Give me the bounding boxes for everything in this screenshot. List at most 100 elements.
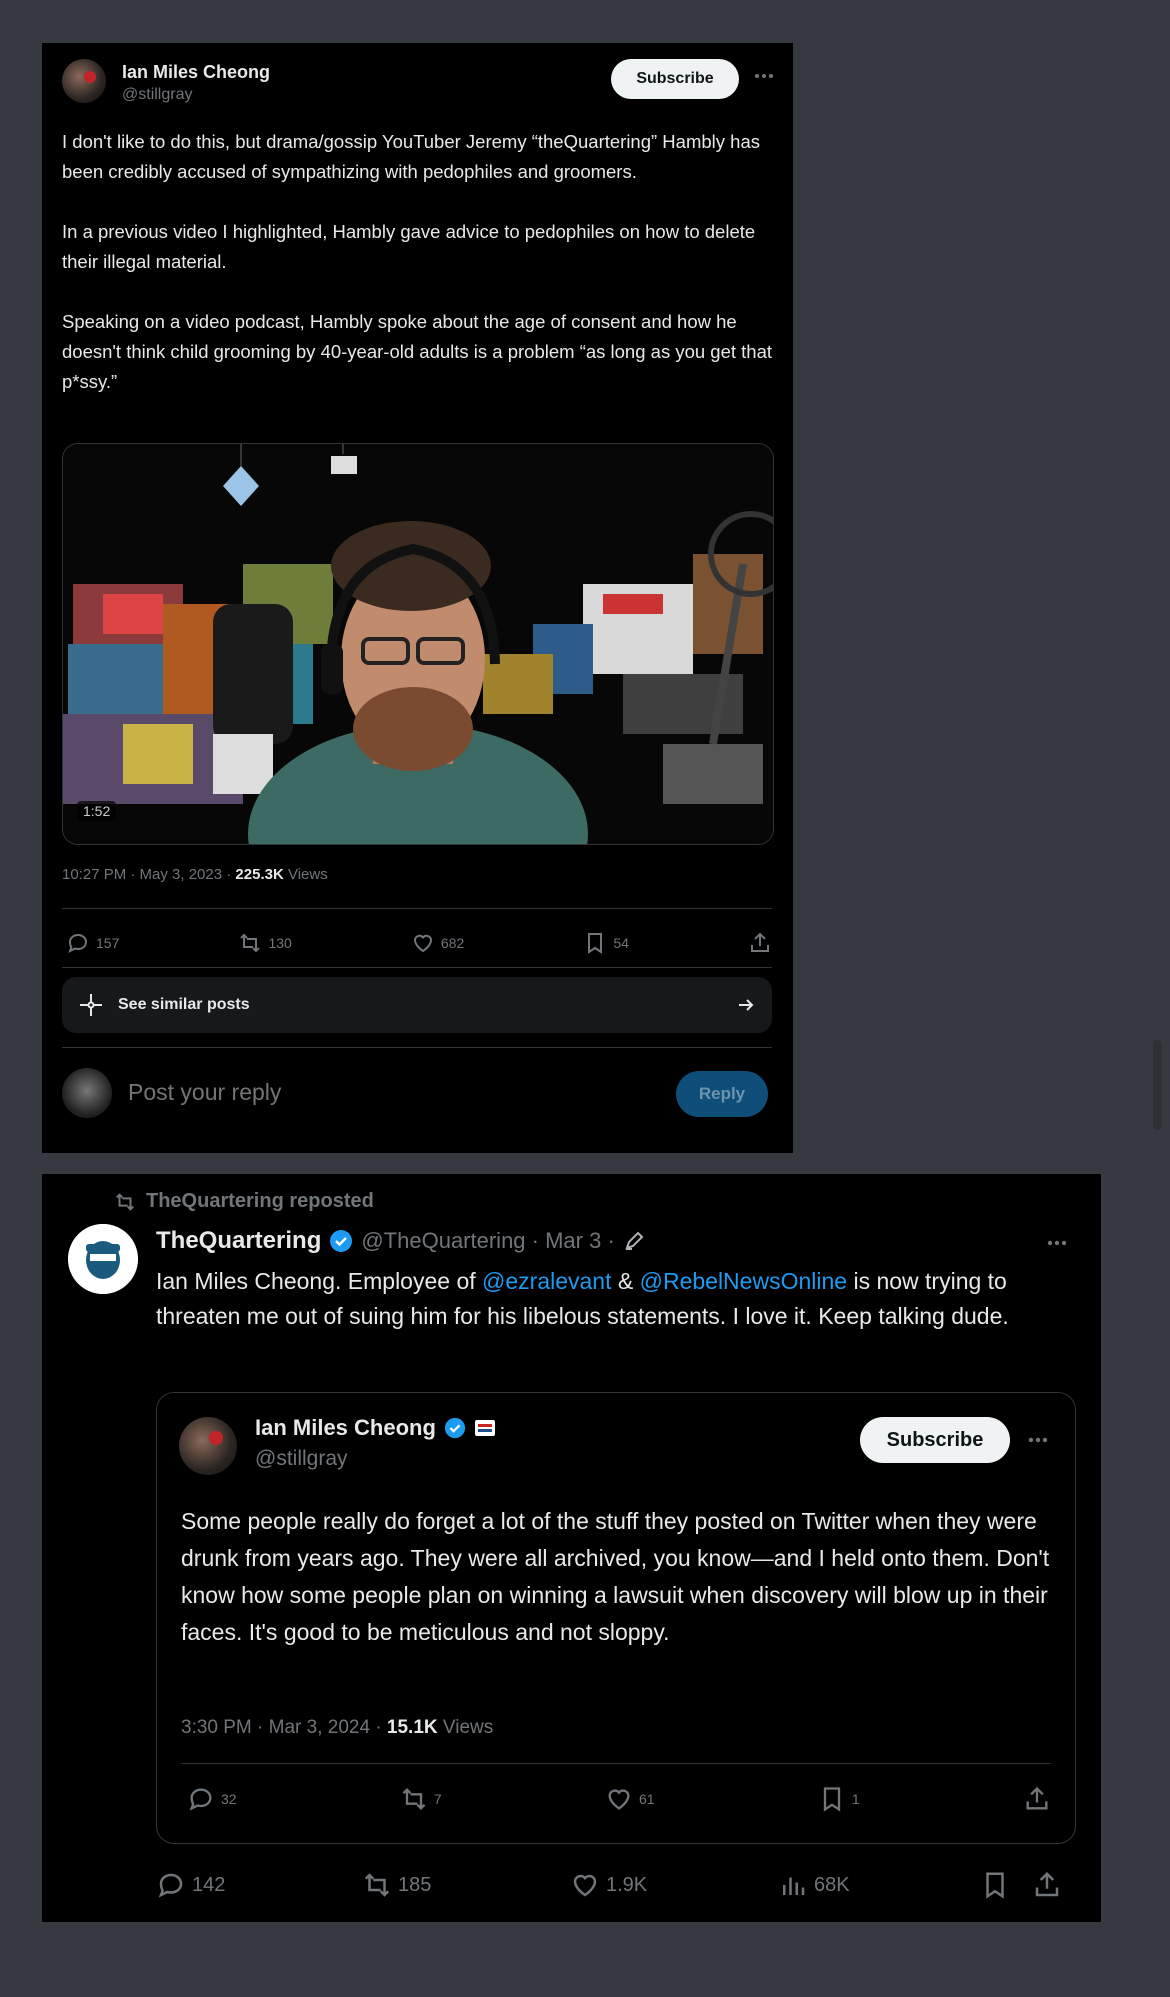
views-count: 68K (814, 1873, 850, 1896)
like-button[interactable]: 61 (605, 1785, 655, 1813)
tweet-body: Ian Miles Cheong. Employee of @ezralevan… (156, 1264, 1076, 1334)
arrow-right-icon (736, 995, 756, 1015)
repost-icon (114, 1191, 136, 1213)
divider (62, 1047, 772, 1048)
more-options-icon[interactable] (1042, 1228, 1072, 1258)
views-label: Views (283, 866, 328, 883)
tweet-card-thequartering: TheQuartering reposted TheQuartering @Th… (42, 1174, 1101, 1922)
share-button[interactable] (748, 931, 772, 955)
reply-submit-button[interactable]: Reply (676, 1071, 768, 1117)
repost-icon (400, 1785, 428, 1813)
mention-link[interactable]: @ezralevant (482, 1268, 611, 1294)
author-name[interactable]: TheQuartering (156, 1227, 321, 1255)
author-handle[interactable]: @stillgray (255, 1447, 348, 1471)
timestamp[interactable]: 3:30 PM · Mar 3, 2024 · (181, 1717, 387, 1738)
reply-button[interactable]: 32 (187, 1785, 237, 1813)
bookmark-icon (583, 931, 607, 955)
reply-button[interactable]: 142 (156, 1870, 362, 1900)
bookmark-count: 1 (851, 1791, 860, 1807)
subscribe-button[interactable]: Subscribe (860, 1417, 1010, 1463)
author-handle[interactable]: @stillgray (122, 86, 192, 104)
more-options-icon[interactable] (749, 61, 779, 91)
like-count: 1.9K (606, 1873, 648, 1896)
edit-pencil-icon[interactable] (623, 1230, 645, 1252)
quote-action-bar: 32 7 61 1 (187, 1777, 1051, 1821)
see-similar-posts-label: See similar posts (118, 996, 250, 1013)
quoted-tweet[interactable]: Ian Miles Cheong @stillgray Subscribe So… (156, 1392, 1076, 1844)
sparkle-icon (78, 992, 104, 1018)
reply-count: 142 (192, 1873, 226, 1896)
author-name[interactable]: Ian Miles Cheong (122, 62, 270, 83)
quote-meta: 3:30 PM · Mar 3, 2024 · 15.1K Views (181, 1717, 493, 1739)
views-count: 225.3K (235, 866, 284, 883)
repost-button[interactable]: 130 (238, 931, 292, 955)
verified-badge-icon (329, 1229, 353, 1253)
action-bar: 142 185 1.9K 68K (156, 1862, 1076, 1908)
avatar[interactable] (62, 59, 106, 103)
tweet-card-ian-miles-cheong: Ian Miles Cheong @stillgray Subscribe I … (42, 43, 793, 1153)
see-similar-posts-button[interactable]: See similar posts (62, 977, 772, 1033)
heart-icon (570, 1870, 600, 1900)
repost-count: 130 (268, 935, 292, 951)
like-count: 682 (440, 935, 465, 951)
timestamp[interactable]: 10:27 PM · May 3, 2023 · (62, 866, 235, 883)
bookmark-button[interactable]: 54 (583, 931, 629, 955)
reply-count: 32 (221, 1791, 237, 1807)
like-count: 61 (639, 1791, 655, 1807)
share-button[interactable] (1023, 1785, 1051, 1813)
repost-icon (238, 931, 262, 955)
repost-button[interactable]: 7 (400, 1785, 442, 1813)
author-name[interactable]: Ian Miles Cheong (255, 1415, 436, 1441)
repost-button[interactable]: 185 (362, 1870, 570, 1900)
share-icon (1032, 1870, 1062, 1900)
reply-input[interactable] (126, 1078, 650, 1107)
like-button[interactable]: 682 (411, 931, 464, 955)
tweet-meta: 10:27 PM · May 3, 2023 · 225.3K Views (62, 866, 328, 883)
body-text: Ian Miles Cheong. Employee of (156, 1268, 483, 1294)
avatar[interactable] (68, 1224, 138, 1294)
views-count: 15.1K (386, 1717, 438, 1738)
share-button[interactable] (1032, 1870, 1062, 1900)
repost-label[interactable]: TheQuartering reposted (146, 1190, 374, 1213)
reply-count: 157 (96, 935, 120, 951)
divider (181, 1763, 1051, 1764)
tweet-paragraph: I don't like to do this, but drama/gossi… (62, 131, 760, 182)
divider (62, 967, 772, 968)
bookmark-icon (980, 1870, 1010, 1900)
subscribe-button[interactable]: Subscribe (611, 59, 739, 99)
author-meta[interactable]: @TheQuartering · Mar 3 · (361, 1228, 614, 1254)
views-label: Views (437, 1717, 494, 1738)
repost-icon (362, 1870, 392, 1900)
mention-link[interactable]: @RebelNewsOnline (640, 1268, 847, 1294)
verified-badge-icon (444, 1417, 466, 1439)
author-header: TheQuartering @TheQuartering · Mar 3 · (156, 1227, 645, 1255)
heart-icon (605, 1785, 633, 1813)
reply-button[interactable]: 157 (66, 931, 119, 955)
heart-icon (411, 931, 435, 955)
share-icon (748, 931, 772, 955)
scrollbar[interactable] (1153, 1040, 1162, 1130)
bookmark-icon (818, 1785, 846, 1813)
video-player[interactable]: 1:52 (62, 443, 774, 845)
video-duration: 1:52 (77, 801, 117, 821)
tweet-paragraph: Speaking on a video podcast, Hambly spok… (62, 311, 773, 392)
bookmark-button[interactable] (980, 1870, 1032, 1900)
more-options-icon[interactable] (1023, 1425, 1053, 1455)
quote-author-header: Ian Miles Cheong (255, 1415, 496, 1441)
video-thumbnail (63, 444, 773, 844)
quote-body: Some people really do forget a lot of th… (181, 1508, 1050, 1645)
body-text: & (611, 1268, 640, 1294)
avatar (62, 1068, 112, 1118)
like-button[interactable]: 1.9K (570, 1870, 778, 1900)
action-bar: 157 130 682 54 (66, 923, 772, 963)
analytics-icon (778, 1870, 808, 1900)
repost-indicator: TheQuartering reposted (114, 1190, 374, 1213)
reply-icon (187, 1785, 215, 1813)
views-button[interactable]: 68K (778, 1870, 980, 1900)
affiliate-badge-icon (474, 1417, 496, 1439)
tweet-body: I don't like to do this, but drama/gossi… (62, 127, 777, 427)
avatar[interactable] (179, 1417, 237, 1475)
share-icon (1023, 1785, 1051, 1813)
bookmark-button[interactable]: 1 (818, 1785, 860, 1813)
bookmark-count: 54 (613, 935, 629, 951)
